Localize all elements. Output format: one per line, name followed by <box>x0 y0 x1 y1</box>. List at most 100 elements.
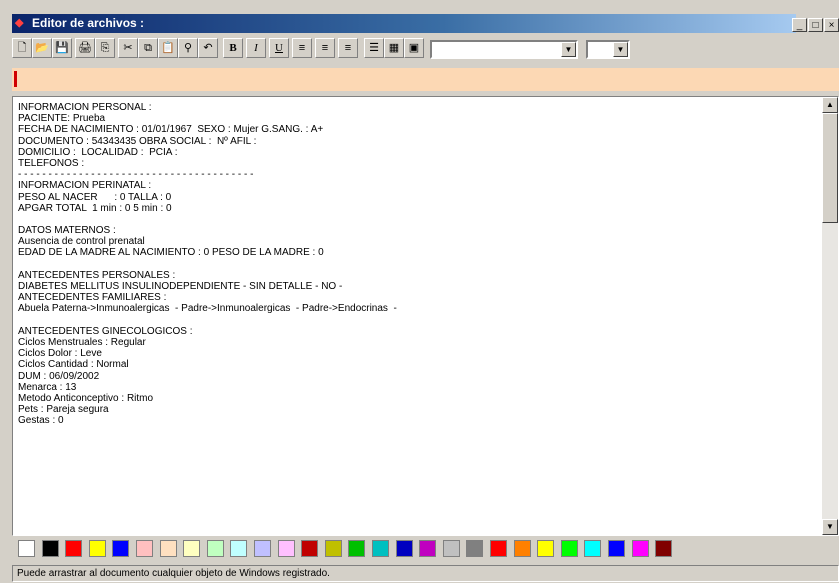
color-swatch[interactable] <box>419 540 437 557</box>
color-swatch[interactable] <box>112 540 130 557</box>
undo-icon: ↶ <box>203 42 213 54</box>
format-button[interactable]: ▦ <box>384 38 404 58</box>
document-line: DUM : 06/09/2002 <box>18 370 100 382</box>
color-swatch[interactable] <box>513 540 531 557</box>
document-line: INFORMACION PERSONAL : <box>18 102 152 113</box>
align-center-button[interactable]: ≡ <box>315 38 335 58</box>
document-text[interactable]: INFORMACION PERSONAL : PACIENTE: Prueba FE… <box>18 102 818 426</box>
color-swatch[interactable] <box>65 540 83 557</box>
find-button[interactable]: ⚲ <box>178 38 198 58</box>
document-line: Abuela Paterna->Inmunoalergicas - Padre-… <box>18 303 397 315</box>
document-line: DIABETES MELLITUS INSULINODEPENDIENTE - … <box>18 281 343 292</box>
open-button[interactable]: 📂 <box>32 38 52 58</box>
insert-button[interactable]: ▣ <box>404 38 424 58</box>
color-swatch[interactable] <box>537 540 555 557</box>
document-line: Ciclos Cantidad : Normal <box>18 359 129 371</box>
window-controls: _ □ × <box>792 18 839 34</box>
paste-button[interactable]: 📋 <box>158 38 178 58</box>
new-document-icon: 🗋 <box>17 42 27 54</box>
document-line: Gestas : 0 <box>18 415 64 427</box>
open-folder-icon: 📂 <box>35 42 49 54</box>
color-swatch[interactable] <box>206 540 224 557</box>
align-left-icon: ≡ <box>298 42 306 54</box>
chevron-down-icon[interactable]: ▼ <box>561 42 576 57</box>
color-swatch[interactable] <box>490 540 507 557</box>
floppy-icon: 💾 <box>55 42 69 54</box>
color-swatch[interactable] <box>466 540 484 557</box>
bullets-button[interactable]: ☰ <box>364 38 384 58</box>
close-button[interactable]: × <box>824 18 839 32</box>
align-center-icon: ≡ <box>321 42 329 54</box>
bullet-list-icon: ☰ <box>369 42 379 54</box>
bold-button[interactable]: B <box>223 38 243 58</box>
color-swatch[interactable] <box>324 540 342 557</box>
printer-icon: 🖨 <box>78 42 92 54</box>
document-editor[interactable]: INFORMACION PERSONAL : PACIENTE: Prueba FE… <box>12 96 839 536</box>
scroll-thumb[interactable] <box>822 113 838 223</box>
copy-button[interactable]: ⧉ <box>138 38 158 58</box>
underline-button[interactable]: U <box>269 38 289 58</box>
color-swatch[interactable] <box>230 540 248 557</box>
italic-button[interactable]: I <box>246 38 266 58</box>
color-swatch[interactable] <box>136 540 153 557</box>
color-swatch[interactable] <box>18 540 35 557</box>
scroll-down-button[interactable]: ▼ <box>822 519 838 535</box>
color-swatch[interactable] <box>560 540 578 557</box>
app-icon[interactable]: ◆ <box>15 17 27 29</box>
color-swatch[interactable] <box>584 540 602 557</box>
export-button[interactable]: ⎘ <box>95 38 115 58</box>
color-palette <box>12 538 839 560</box>
document-line: PESO AL NACER : 0 TALLA : 0 <box>18 191 172 203</box>
document-line: Ciclos Menstruales : Regular <box>18 336 146 348</box>
align-right-button[interactable]: ≡ <box>338 38 358 58</box>
color-swatch[interactable] <box>254 540 271 557</box>
color-swatch[interactable] <box>159 540 177 557</box>
minimize-button[interactable]: _ <box>792 18 807 32</box>
color-swatch[interactable] <box>277 540 295 557</box>
color-swatch[interactable] <box>372 540 389 557</box>
font-combo[interactable]: ▼ <box>430 40 578 59</box>
copy-icon: ⧉ <box>144 42 152 54</box>
cut-button[interactable]: ✂ <box>118 38 138 58</box>
color-swatch[interactable] <box>41 540 59 557</box>
document-line: Ciclos Dolor : Leve <box>18 348 102 360</box>
align-left-button[interactable]: ≡ <box>292 38 312 58</box>
color-swatch[interactable] <box>631 540 649 557</box>
insert-icon: ▣ <box>408 42 420 54</box>
color-swatch[interactable] <box>301 540 319 557</box>
document-line: FECHA DE NACIMIENTO : 01/01/1967 SEXO : … <box>18 124 324 136</box>
document-line: PACIENTE: Prueba <box>18 113 106 125</box>
export-icon: ⎘ <box>100 42 110 54</box>
document-line: DOCUMENTO : 54343435 OBRA SOCIAL : Nº AF… <box>18 135 257 147</box>
bold-icon: B <box>229 42 237 54</box>
underline-icon: U <box>275 42 283 54</box>
color-swatch[interactable] <box>183 540 201 557</box>
document-line: - - - - - - - - - - - - - - - - - - - - … <box>18 169 254 181</box>
chevron-down-icon[interactable]: ▼ <box>613 42 628 57</box>
document-line: Pets : Pareja segura <box>18 404 109 416</box>
document-line: Menarca : 13 <box>18 381 77 393</box>
new-doc-button[interactable]: 🗋 <box>12 38 32 58</box>
save-button[interactable]: 💾 <box>52 38 72 58</box>
color-swatch[interactable] <box>655 540 673 557</box>
maximize-button[interactable]: □ <box>808 18 823 32</box>
document-line: Ausencia de control prenatal <box>18 236 145 248</box>
size-combo[interactable]: ▼ <box>586 40 630 59</box>
undo-button[interactable]: ↶ <box>198 38 218 58</box>
color-swatch[interactable] <box>442 540 460 557</box>
italic-icon: I <box>254 42 258 54</box>
color-swatch[interactable] <box>88 540 106 557</box>
color-swatch[interactable] <box>395 540 413 557</box>
align-right-icon: ≡ <box>344 42 352 54</box>
document-line: INFORMACION PERINATAL : <box>18 180 152 192</box>
color-swatch[interactable] <box>348 540 366 557</box>
document-line: ANTECEDENTES GINECOLOGICOS : <box>18 325 193 337</box>
print-button[interactable]: 🖨 <box>75 38 95 58</box>
document-line: APGAR TOTAL 1 min : 0 5 min : 0 <box>18 202 172 214</box>
color-swatch[interactable] <box>608 540 625 557</box>
editor-window: ◆ Editor de archivos : _ □ × 🗋 📂 💾 🖨 ⎘ ✂ ⧉ 📋 ⚲ ↶ B… <box>0 0 839 583</box>
vertical-scrollbar[interactable]: ▲ ▼ <box>822 97 838 535</box>
scroll-up-button[interactable]: ▲ <box>822 97 838 113</box>
title-bar[interactable]: ◆ Editor de archivos : <box>12 14 796 33</box>
